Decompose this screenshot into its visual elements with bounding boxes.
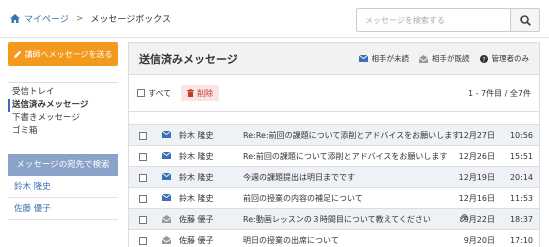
- pencil-icon: [13, 50, 21, 58]
- breadcrumb: マイページ > メッセージボックス: [10, 12, 171, 25]
- row-time: 15:51: [509, 151, 533, 161]
- row-date: 12月16日: [458, 193, 495, 203]
- send-button-label: 講師へメッセージを送る: [24, 49, 113, 59]
- search-button[interactable]: [510, 8, 540, 32]
- row-recipient: 佐藤 優子: [179, 214, 214, 224]
- folder-nav: 受信トレイ 送信済みメッセージ 下書きメッセージ ゴミ箱: [8, 82, 118, 138]
- row-checkbox[interactable]: [139, 174, 147, 182]
- row-subject[interactable]: 今週の課題提出は明日までです: [243, 172, 355, 183]
- row-recipient: 鈴木 隆史: [179, 193, 214, 203]
- row-checkbox[interactable]: [139, 237, 147, 245]
- send-message-to-teacher-button[interactable]: 講師へメッセージを送る: [8, 42, 118, 66]
- legend-read: 相手が既読: [419, 53, 470, 64]
- list-toolbar: すべて 削除 1 - 7件目 / 全7件: [129, 75, 539, 111]
- open-envelope-icon: [161, 215, 172, 225]
- recipient-filter-suzuki[interactable]: 鈴木 隆史: [8, 176, 118, 198]
- sidebar-item-sent[interactable]: 送信済みメッセージ: [8, 99, 118, 112]
- envelope-icon: [161, 151, 172, 161]
- row-checkbox[interactable]: [139, 216, 147, 224]
- top-bar: マイページ > メッセージボックス メッセージを検索する: [0, 0, 549, 38]
- envelope-icon: [161, 193, 172, 203]
- delete-button[interactable]: 削除: [181, 85, 220, 101]
- row-time: 18:37: [509, 214, 533, 224]
- row-recipient: 鈴木 隆史: [179, 172, 214, 182]
- checkbox-icon: [137, 89, 145, 97]
- legend-read-label: 相手が既読: [432, 54, 470, 63]
- panel-header: 送信済みメッセージ 相手が未読 相手が既読 ? 管理者のみ: [129, 43, 539, 75]
- envelope-icon: [358, 55, 368, 62]
- message-row[interactable]: 佐藤 優子 Re:動画レッスンの３時間目について教えてください 9月22日 18:37: [129, 209, 539, 230]
- svg-text:?: ?: [482, 55, 485, 63]
- trash-icon: [187, 89, 195, 97]
- row-time: 11:53: [509, 193, 533, 203]
- row-subject[interactable]: 明日の授業の出席について: [243, 235, 339, 246]
- legend-unread: 相手が未読: [358, 53, 410, 64]
- message-row[interactable]: 鈴木 隆史 Re:前回の課題について添削とアドバイスをお願いします 12月26日 15…: [129, 146, 539, 167]
- row-subject[interactable]: Re:前回の課題について添削とアドバイスをお願いします: [243, 151, 447, 162]
- search-icon: [519, 14, 531, 26]
- open-envelope-icon: [161, 236, 172, 246]
- message-row[interactable]: 鈴木 隆史 前回の授業の内容の補足について 12月16日 11:53: [129, 188, 539, 209]
- select-all-checkbox[interactable]: すべて: [137, 88, 171, 99]
- legend-admin-label: 管理者のみ: [491, 54, 530, 63]
- envelope-icon: [161, 130, 172, 140]
- row-date: 12月27日: [458, 130, 495, 140]
- delete-label: 削除: [197, 88, 214, 98]
- row-checkbox[interactable]: [139, 153, 147, 161]
- row-recipient: 佐藤 優子: [179, 235, 214, 245]
- legend-admin-only: ? 管理者のみ: [479, 53, 530, 64]
- breadcrumb-separator: >: [75, 13, 84, 24]
- row-checkbox[interactable]: [139, 195, 147, 203]
- recipient-search-heading: メッセージの宛先で検索: [8, 154, 118, 176]
- message-list: 鈴木 隆史 Re:Re:前回の課題について添削とアドバイスをお願いします 12月27…: [129, 125, 539, 247]
- open-envelope-icon: [419, 54, 428, 63]
- page-title: 送信済みメッセージ: [139, 52, 238, 66]
- row-subject[interactable]: 前回の授業の内容の補足について: [243, 193, 363, 204]
- home-icon: [10, 14, 20, 23]
- row-date: 9月20日: [463, 235, 495, 245]
- row-checkbox[interactable]: [139, 132, 147, 140]
- row-time: 10:56: [509, 130, 533, 140]
- row-time: 20:14: [509, 172, 533, 182]
- sidebar-item-inbox[interactable]: 受信トレイ: [8, 86, 118, 99]
- search-input[interactable]: メッセージを検索する: [356, 8, 510, 32]
- sidebar: 講師へメッセージを送る 受信トレイ 送信済みメッセージ 下書きメッセージ ゴミ箱…: [8, 42, 118, 220]
- row-subject[interactable]: Re:Re:前回の課題について添削とアドバイスをお願いします: [243, 130, 460, 141]
- row-date: 12月19日: [458, 172, 495, 182]
- row-time: 17:10: [509, 235, 533, 245]
- row-date: 12月26日: [458, 151, 495, 161]
- row-recipient: 鈴木 隆史: [179, 130, 214, 140]
- message-row[interactable]: 鈴木 隆史 Re:Re:前回の課題について添削とアドバイスをお願いします 12月27…: [129, 125, 539, 146]
- question-icon: ?: [479, 54, 488, 63]
- select-all-label: すべて: [148, 88, 172, 98]
- message-row[interactable]: 鈴木 隆史 今週の課題提出は明日までです 12月19日 20:14: [129, 167, 539, 188]
- sidebar-item-trash[interactable]: ゴミ箱: [8, 125, 118, 138]
- sidebar-item-drafts[interactable]: 下書きメッセージ: [8, 112, 118, 125]
- message-row[interactable]: 佐藤 優子 明日の授業の出席について 9月20日 17:10: [129, 230, 539, 247]
- row-date: 9月22日: [463, 214, 495, 224]
- envelope-icon: [161, 172, 172, 182]
- row-subject[interactable]: Re:動画レッスンの３時間目について教えてください: [243, 214, 431, 225]
- breadcrumb-current: メッセージボックス: [90, 15, 171, 25]
- row-recipient: 鈴木 隆史: [179, 151, 214, 161]
- legend-unread-label: 相手が未読: [371, 54, 410, 63]
- recipient-filter-sato[interactable]: 佐藤 優子: [8, 198, 118, 220]
- result-count: 1 - 7件目 / 全7件: [467, 88, 531, 98]
- message-panel: 送信済みメッセージ 相手が未読 相手が既読 ? 管理者のみ すべて 削除 1 -…: [128, 42, 540, 247]
- breadcrumb-mypage-link[interactable]: マイページ: [24, 12, 69, 25]
